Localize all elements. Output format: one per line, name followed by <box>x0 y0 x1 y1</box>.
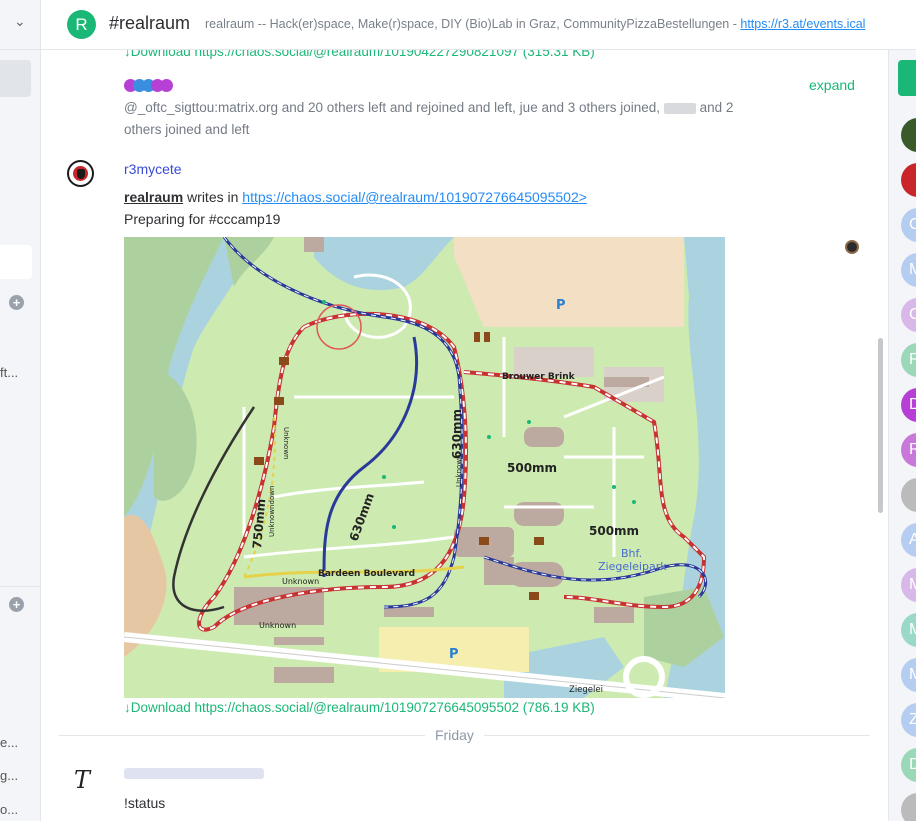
expand-button[interactable]: expand <box>809 77 855 93</box>
quote-author[interactable]: realraum <box>124 189 183 205</box>
room-list-item-label[interactable]: e... <box>0 735 18 750</box>
map-label-gauge: 500mm <box>589 524 639 538</box>
download-link[interactable]: ↓Download https://chaos.social/@realraum… <box>124 700 595 715</box>
parking-icon: P <box>449 647 459 662</box>
divider <box>0 586 40 587</box>
member-avatar[interactable]: M <box>901 613 916 647</box>
chevron-down-icon[interactable]: ⌄ <box>14 13 34 33</box>
member-avatar[interactable] <box>901 163 916 197</box>
member-avatar[interactable]: Z <box>901 703 916 737</box>
map-label-street: Unknown <box>282 427 290 460</box>
membership-text: @_oftc_sigttou:matrix.org and 20 others … <box>124 100 664 115</box>
room-list-item-label[interactable]: ft... <box>0 365 18 380</box>
map-label-gauge: 630mm <box>450 409 464 459</box>
map-label-street: Unknown <box>455 455 463 488</box>
member-list-panel: CMCRDRAMMMZD <box>888 50 916 821</box>
room-avatar[interactable]: R <box>67 10 96 39</box>
room-filter-input[interactable] <box>0 245 32 279</box>
member-avatar[interactable] <box>901 118 916 152</box>
avatar[interactable] <box>67 160 94 187</box>
map-label-gauge: 500mm <box>507 461 557 475</box>
message-body: Preparing for #cccamp19 <box>124 211 281 227</box>
member-avatar[interactable]: M <box>901 568 916 602</box>
read-receipt-avatar[interactable] <box>845 240 859 254</box>
map-label-street: Ziegelei <box>569 685 603 695</box>
room-list-panel: ⌄ + ft... + e... g... o... <box>0 0 41 821</box>
member-avatar[interactable]: C <box>901 208 916 242</box>
invite-button[interactable] <box>898 60 916 96</box>
member-avatar[interactable]: M <box>901 658 916 692</box>
app-window: ⌄ + ft... + e... g... o... R #realraum r… <box>0 0 916 821</box>
download-link[interactable]: ↓Download https://chaos.social/@realraum… <box>124 50 595 59</box>
add-room-icon[interactable]: + <box>9 295 24 310</box>
room-topic: realraum -- Hack(er)space, Make(r)space,… <box>205 17 865 31</box>
map-svg: Brouwer Brink Bardeen Boulevard Bhf. Zie… <box>124 237 725 698</box>
map-label-station: Bhf. <box>621 547 642 560</box>
map-label-street: Unknown <box>282 577 319 586</box>
member-avatar[interactable] <box>901 478 916 512</box>
room-list-item-active[interactable] <box>0 60 31 97</box>
map-image[interactable]: Brouwer Brink Bardeen Boulevard Bhf. Zie… <box>124 237 725 698</box>
date-separator: Friday <box>425 727 484 743</box>
room-name[interactable]: #realraum <box>109 13 190 34</box>
member-avatar[interactable]: D <box>901 388 916 422</box>
room-header: R #realraum realraum -- Hack(er)space, M… <box>41 0 916 50</box>
membership-summary: @_oftc_sigttou:matrix.org and 20 others … <box>124 97 764 141</box>
quote-line: realraum writes in https://chaos.social/… <box>124 189 587 205</box>
member-avatar[interactable]: D <box>901 748 916 782</box>
map-label-street: Unknown <box>259 621 296 630</box>
parking-icon: P <box>556 298 566 313</box>
member-avatar[interactable]: C <box>901 298 916 332</box>
avatar[interactable]: T <box>67 765 97 795</box>
quote-link[interactable]: https://chaos.social/@realraum/101907276… <box>242 189 587 205</box>
map-label-street: Unknowndown <box>268 486 276 537</box>
member-avatar[interactable]: R <box>901 433 916 467</box>
map-label-street: Brouwer Brink <box>502 372 576 382</box>
room-list-item-label[interactable]: g... <box>0 768 18 783</box>
membership-avatars[interactable] <box>124 79 184 93</box>
divider <box>0 49 40 50</box>
message-timeline: ↓Download https://chaos.social/@realraum… <box>41 50 888 821</box>
sender-name[interactable]: r3mycete <box>124 161 182 177</box>
room-topic-text: realraum -- Hack(er)space, Make(r)space,… <box>205 17 741 31</box>
message-body: !status <box>124 795 166 811</box>
member-avatar[interactable]: M <box>901 253 916 287</box>
map-label-street: Bardeen Boulevard <box>318 569 415 579</box>
member-avatar[interactable]: R <box>901 343 916 377</box>
member-avatar[interactable]: A <box>901 523 916 557</box>
map-label-station: Ziegeleipark <box>598 560 667 573</box>
timeline-scrollbar[interactable] <box>878 338 883 513</box>
member-pill <box>160 79 173 92</box>
redacted-sender-name[interactable] <box>124 768 264 779</box>
member-avatar[interactable] <box>901 793 916 821</box>
room-list-item-label[interactable]: o... <box>0 802 18 817</box>
topic-link[interactable]: https://r3.at/events.ical <box>740 17 865 31</box>
quote-writes: writes in <box>183 189 243 205</box>
redacted-name <box>663 102 696 114</box>
add-room-icon[interactable]: + <box>9 597 24 612</box>
